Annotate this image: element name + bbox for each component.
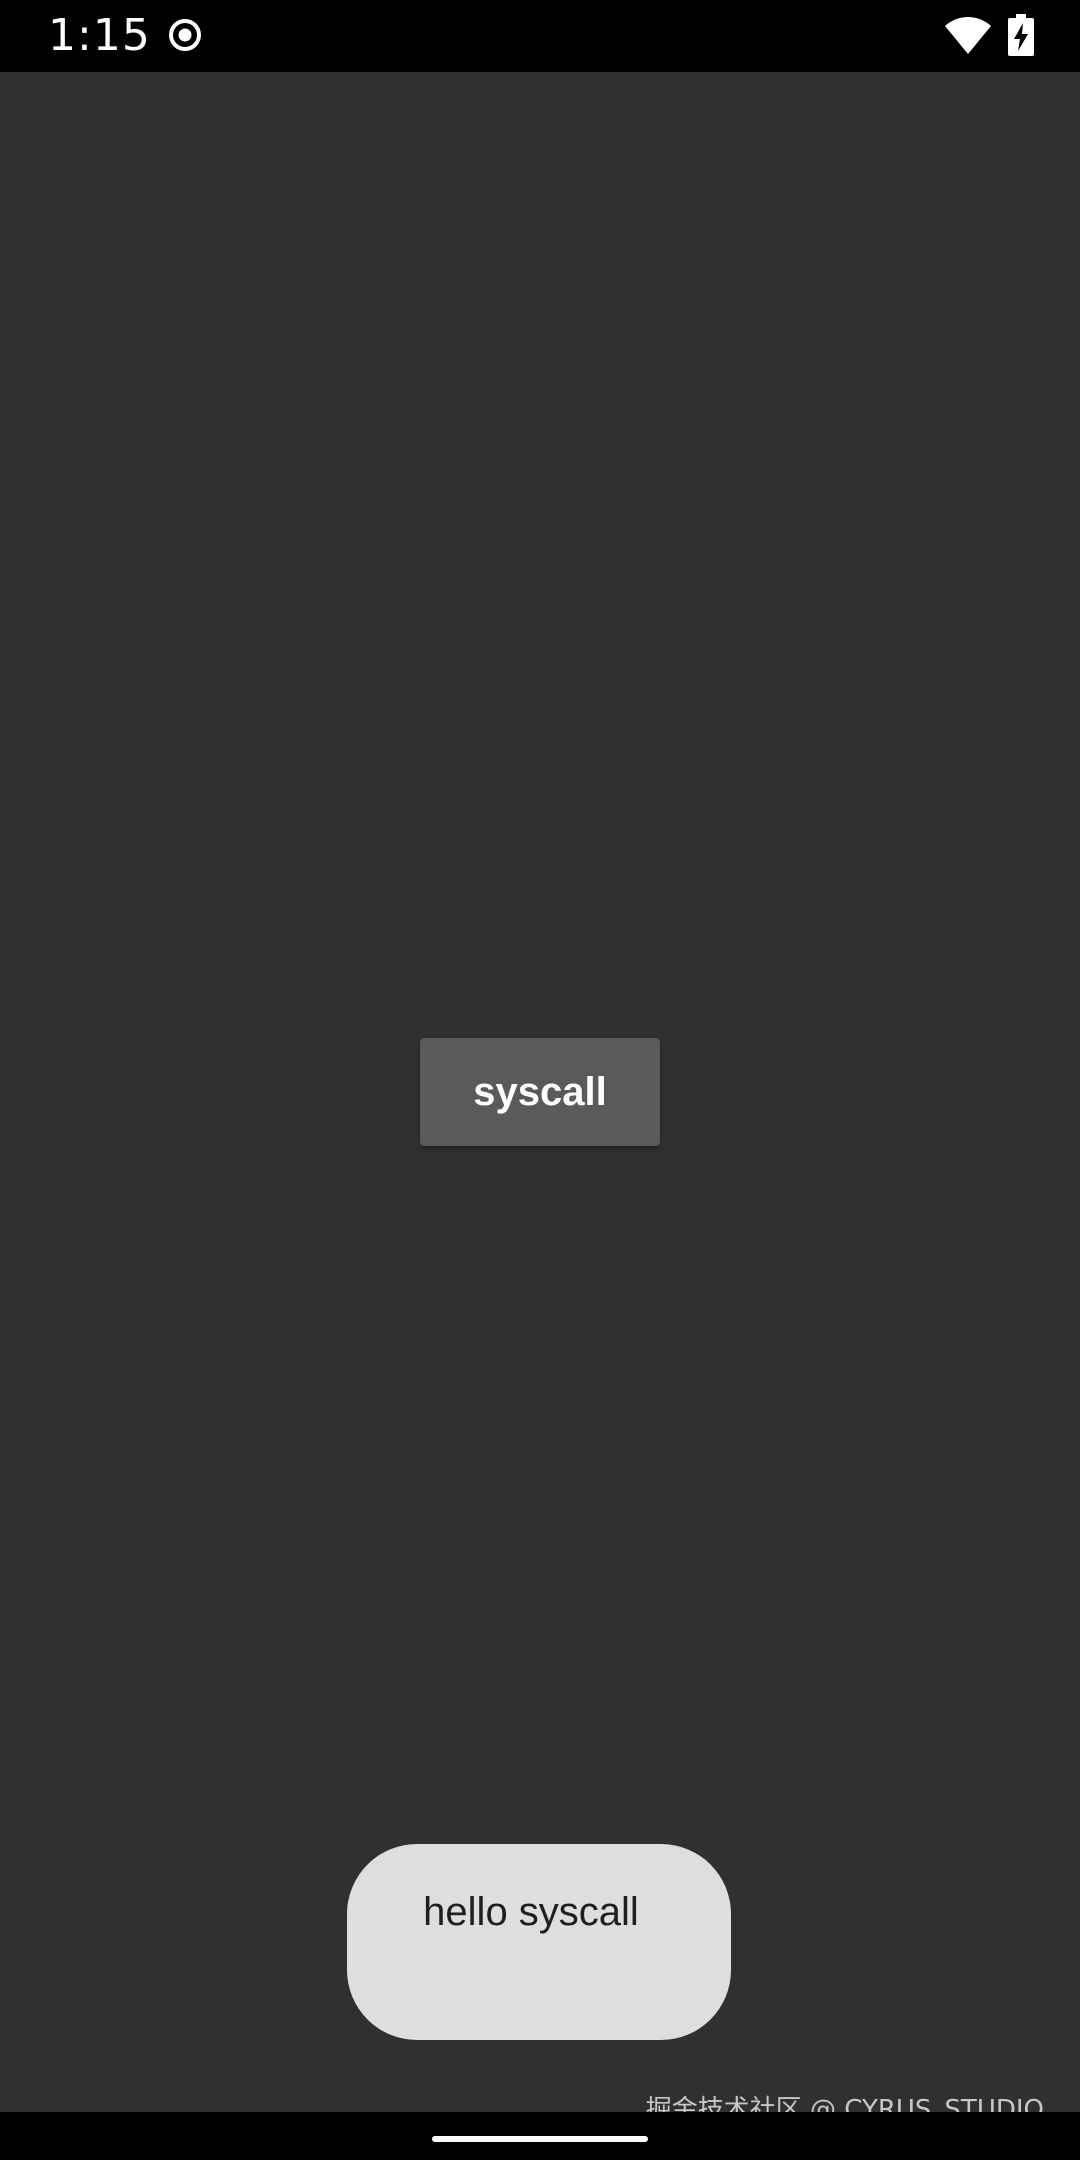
toast: hello syscall — [347, 1844, 731, 2040]
status-time: 1:15 — [48, 10, 151, 61]
status-bar: 1:15 — [0, 0, 1080, 72]
wifi-icon — [945, 17, 991, 54]
app-screen: 1:15 syscall hello syscall 掘金技术社区 @ CYRU… — [0, 0, 1080, 2160]
record-icon — [169, 19, 201, 51]
home-gesture-handle[interactable] — [432, 2136, 648, 2142]
navigation-bar — [0, 2112, 1080, 2160]
app-content: syscall hello syscall — [0, 72, 1080, 2112]
syscall-button[interactable]: syscall — [420, 1038, 660, 1146]
battery-charging-icon — [1008, 14, 1034, 56]
toast-message: hello syscall — [423, 1890, 639, 1934]
